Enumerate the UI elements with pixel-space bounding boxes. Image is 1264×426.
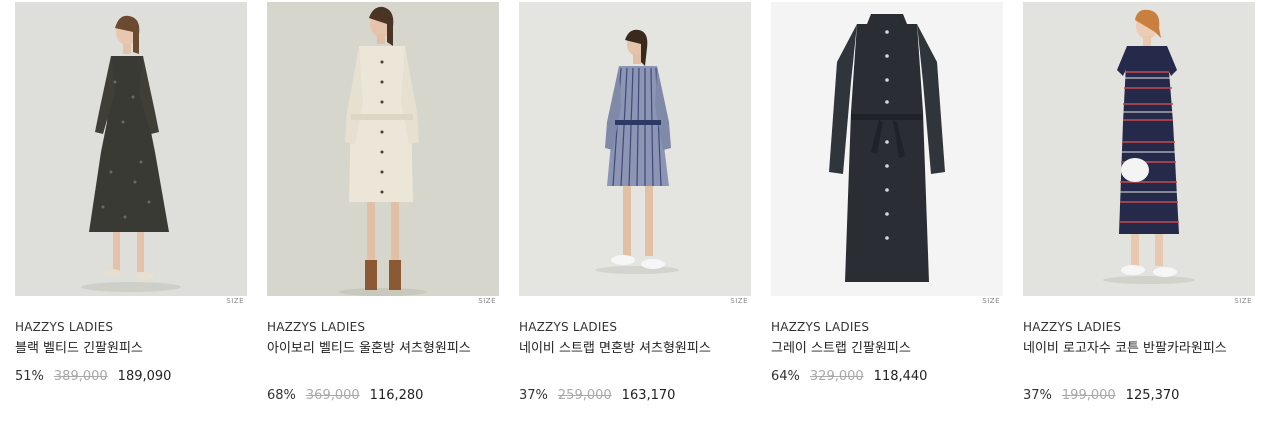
product-brand: HAZZYS LADIES [519,320,618,334]
size-label: SIZE [478,297,496,305]
product-photo-gray-strap-dress [771,2,1003,296]
product-photo-navy-stripe-dress [519,2,751,296]
product-brand: HAZZYS LADIES [15,320,114,334]
product-image[interactable] [1023,2,1255,296]
product-price: 64% 329,000 118,440 [771,369,937,384]
product-card[interactable]: SIZE HAZZYS LADIES 그레이 스트랩 긴팔원피스 64% 329,… [771,0,1003,426]
product-name[interactable]: 네이비 스트랩 면혼방 셔츠형원피스 [519,339,729,358]
original-price: 389,000 [53,369,108,384]
product-name[interactable]: 네이비 로고자수 코튼 반팔카라원피스 [1023,339,1233,358]
discount-rate: 51% [15,369,44,384]
sale-price: 189,090 [117,369,172,384]
sale-price: 118,440 [873,369,928,384]
product-grid: SIZE HAZZYS LADIES 블랙 벨티드 긴팔원피스 51% 389,0… [0,0,1264,426]
product-card[interactable]: SIZE HAZZYS LADIES 네이비 스트랩 면혼방 셔츠형원피스 37… [519,0,751,426]
product-brand: HAZZYS LADIES [267,320,366,334]
discount-rate: 64% [771,369,800,384]
discount-rate: 68% [267,388,296,403]
product-brand: HAZZYS LADIES [771,320,870,334]
discount-rate: 37% [519,388,548,403]
product-name[interactable]: 그레이 스트랩 긴팔원피스 [771,339,981,358]
product-card[interactable]: SIZE HAZZYS LADIES 아이보리 벨티드 울혼방 셔츠형원피스 6… [267,0,499,426]
sale-price: 163,170 [621,388,676,403]
discount-rate: 37% [1023,388,1052,403]
product-photo-navy-stripe-polo-dress [1023,2,1255,296]
product-image[interactable] [519,2,751,296]
product-card[interactable]: SIZE HAZZYS LADIES 네이비 로고자수 코튼 반팔카라원피스 3… [1023,0,1255,426]
original-price: 329,000 [809,369,864,384]
product-image[interactable] [267,2,499,296]
product-image[interactable] [15,2,247,296]
product-photo-black-floral-dress [15,2,247,296]
sale-price: 125,370 [1125,388,1180,403]
product-brand: HAZZYS LADIES [1023,320,1122,334]
original-price: 199,000 [1061,388,1116,403]
product-price: 51% 389,000 189,090 [15,369,181,384]
size-label: SIZE [1234,297,1252,305]
product-price: 37% 199,000 125,370 [1023,388,1189,403]
original-price: 369,000 [305,388,360,403]
size-label: SIZE [226,297,244,305]
product-price: 68% 369,000 116,280 [267,388,433,403]
product-image[interactable] [771,2,1003,296]
size-label: SIZE [982,297,1000,305]
product-price: 37% 259,000 163,170 [519,388,685,403]
product-card[interactable]: SIZE HAZZYS LADIES 블랙 벨티드 긴팔원피스 51% 389,0… [15,0,247,426]
sale-price: 116,280 [369,388,424,403]
product-name[interactable]: 아이보리 벨티드 울혼방 셔츠형원피스 [267,339,477,358]
product-name[interactable]: 블랙 벨티드 긴팔원피스 [15,339,225,358]
product-photo-ivory-shirt-dress [267,2,499,296]
original-price: 259,000 [557,388,612,403]
size-label: SIZE [730,297,748,305]
